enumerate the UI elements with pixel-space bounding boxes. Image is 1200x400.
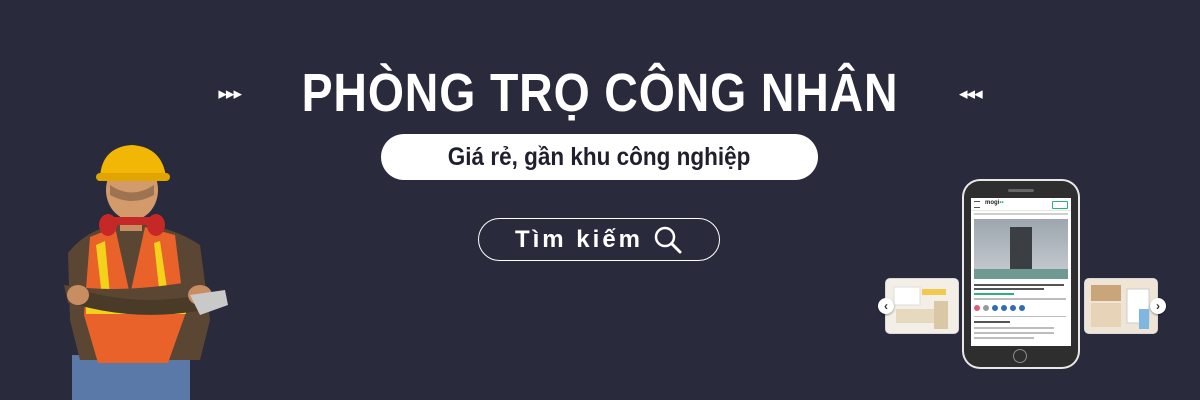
heart-icon [974,305,980,311]
search-button[interactable]: Tìm kiếm [478,218,720,261]
worker-illustration [50,145,240,400]
subtitle: Giá rẻ, gần khu công nghiệp [448,142,751,171]
next-image-button[interactable]: › [1150,298,1166,314]
breadcrumb [974,213,1068,215]
menu-icon [974,201,980,208]
phone-mockup: mogi•• [964,181,1078,367]
mogi-logo: mogi•• [985,200,1004,206]
phone-screen: mogi•• [971,198,1071,346]
promo-banner[interactable]: ▸▸▸ PHÒNG TRỌ CÔNG NHÂN ◂◂◂ Giá rẻ, gần … [0,0,1200,400]
listing-title-line [974,288,1044,290]
right-arrows-icon: ◂◂◂ [959,83,983,103]
info-line [974,332,1054,334]
warning-icon [983,305,989,311]
facebook-icon [992,305,998,311]
app-header: mogi•• [971,198,1071,211]
link-icon [1019,305,1025,311]
listing-address-line [974,298,1066,300]
messenger-icon [1001,305,1007,311]
worker-figure [64,145,228,400]
floor-shape [974,269,1068,279]
search-button-label: Tìm kiếm [514,225,644,253]
info-line [974,337,1034,339]
room-thumbnail-left[interactable] [886,279,958,333]
phone-home-button [1013,349,1027,363]
subtitle-pill: Giá rẻ, gần khu công nghiệp [381,134,818,180]
room-thumbnail-right[interactable] [1085,279,1157,333]
phone-speaker [1008,189,1034,192]
title-row: ▸▸▸ PHÒNG TRỌ CÔNG NHÂN ◂◂◂ [0,62,1200,124]
share-icons [974,305,1025,311]
zalo-icon [1010,305,1016,311]
left-arrows-icon: ▸▸▸ [218,83,242,103]
listing-photo [974,219,1068,279]
info-line [974,327,1054,329]
divider [974,316,1066,317]
door-shape [1010,227,1032,271]
listing-price-line [974,293,1014,295]
login-button [1052,201,1068,209]
section-heading-line [974,321,1010,323]
page-title: PHÒNG TRỌ CÔNG NHÂN [301,63,899,123]
search-icon [653,225,683,255]
prev-image-button[interactable]: ‹ [878,298,894,314]
listing-title-line [974,284,1064,286]
